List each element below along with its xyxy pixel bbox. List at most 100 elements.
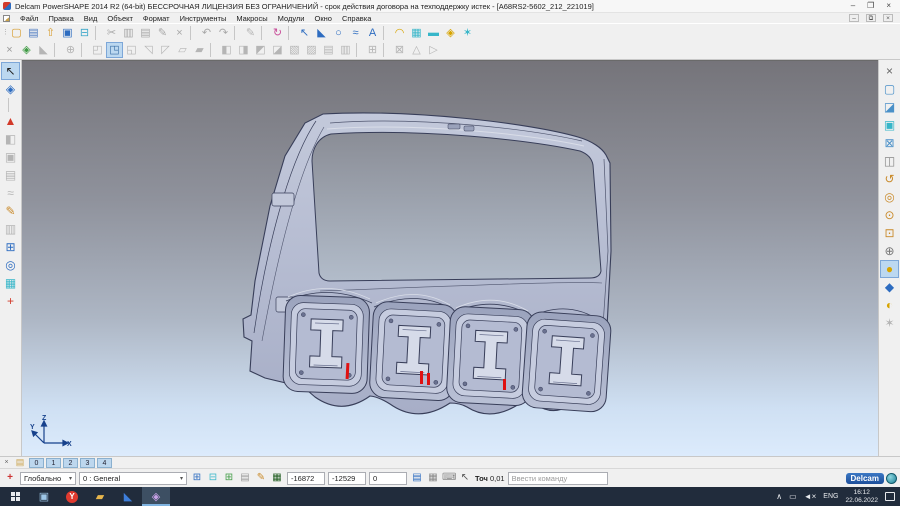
zoom-in-icon[interactable]: ◎ [880,188,899,206]
block-edit-icon[interactable]: ▤ [1,166,20,184]
compare-models-icon[interactable]: ⊞ [1,238,20,256]
rotate-copy-icon[interactable]: △ [408,42,425,58]
workplane-select[interactable]: Глобально ▾ [20,472,76,485]
arc-tool-icon[interactable]: ◣ [313,25,330,41]
solid-split-icon[interactable]: ▤ [320,42,337,58]
select-surfaces-icon[interactable]: ◹ [140,42,157,58]
import-icon[interactable]: ⇧ [42,25,59,41]
inspect-model-icon[interactable]: ◎ [1,256,20,274]
taskbar-app-powershape[interactable]: ◈ [142,487,170,506]
tray-expand-icon[interactable]: ∧ [776,492,782,501]
language-indicator[interactable]: ENG [823,493,838,500]
dynamic-sectioning-icon[interactable]: ↻ [269,25,286,41]
maximize-button[interactable]: ❐ [867,1,874,11]
solid-fillet-icon[interactable]: ◪ [269,42,286,58]
level-tab-0[interactable]: 0 [29,458,44,468]
level-select[interactable]: 0 : General ▾ [79,472,187,485]
volume-muted-icon[interactable]: ◄× [804,492,817,501]
add-feature-icon[interactable]: ⊕ [62,42,79,58]
hidden-line-view-icon[interactable]: ◪ [880,98,899,116]
surface-analysis-icon[interactable]: ◧ [1,130,20,148]
close-view-toolbar-icon[interactable]: × [880,62,899,80]
pattern-icon[interactable]: ⊞ [364,42,381,58]
solid-revolve-icon[interactable]: ◨ [235,42,252,58]
workplane-tool-icon[interactable]: ◈ [1,80,20,98]
line-tool-icon[interactable]: ↖ [296,25,313,41]
wire-globe-icon[interactable]: ⊕ [880,242,899,260]
solid-boolean-icon[interactable]: ▥ [337,42,354,58]
feature-tool-icon[interactable]: ◈ [442,25,459,41]
level-tab-1[interactable]: 1 [46,458,61,468]
print-icon[interactable]: ⊟ [76,25,93,41]
taskbar-app-yandex[interactable]: Y [58,487,86,506]
menu-edit[interactable]: Правка [43,14,78,23]
levels-panel-icon[interactable]: ▤ [13,457,27,468]
level-tab-4[interactable]: 4 [97,458,112,468]
curve-tool-icon[interactable]: ≈ [347,25,364,41]
wizard-tool-icon[interactable]: ✶ [459,25,476,41]
draft-analysis-icon[interactable]: ▲ [1,112,20,130]
display-icon[interactable]: ▭ [789,492,797,501]
clock[interactable]: 16:12 22.06.2022 [845,489,878,505]
toolbar2-close[interactable]: × [1,42,18,58]
new-model-icon[interactable]: ▢ [8,25,25,41]
menu-window[interactable]: Окно [310,14,337,23]
menu-macros[interactable]: Макросы [231,14,272,23]
copy-icon[interactable]: ▥ [120,25,137,41]
save-icon[interactable]: ▣ [59,25,76,41]
solid-draft-icon[interactable]: ▨ [303,42,320,58]
text-tool-icon[interactable]: A [364,25,381,41]
close-button[interactable]: × [886,1,891,11]
coord-x-field[interactable] [287,472,325,485]
zoom-full-icon[interactable]: ⊙ [880,206,899,224]
menu-view[interactable]: Вид [79,14,103,23]
format-brush-icon[interactable]: ✎ [154,25,171,41]
level-edit-icon[interactable]: ▤ [238,471,252,485]
select-solids-icon[interactable]: ◸ [157,42,174,58]
select-box-icon[interactable]: ▰ [191,42,208,58]
clip-plane-icon[interactable]: ◆ [880,278,899,296]
menu-help[interactable]: Справка [337,14,376,23]
shaded-globe-icon[interactable]: ● [880,260,899,278]
assembly-icon[interactable]: ◈ [18,42,35,58]
start-button[interactable] [0,487,30,506]
select-all-icon[interactable]: ◰ [89,42,106,58]
menu-tools[interactable]: Инструменты [175,14,232,23]
coord-y-field[interactable] [328,472,366,485]
coord-z-field[interactable] [369,472,407,485]
level-tab-2[interactable]: 2 [63,458,78,468]
solid-shell-icon[interactable]: ▧ [286,42,303,58]
model-window-opening[interactable] [312,132,601,281]
redo-icon[interactable]: ↷ [215,25,232,41]
level-active-icon[interactable]: ⊞ [222,471,236,485]
flag-icon[interactable]: ◣ [35,42,52,58]
solid-slab-icon[interactable]: ▬ [425,25,442,41]
undo-icon[interactable]: ↶ [198,25,215,41]
block-tool-icon[interactable]: ▣ [1,148,20,166]
3d-viewport[interactable]: Z X Y [22,60,878,456]
shaded-view-icon[interactable]: ▣ [880,116,899,134]
select-wireframe-icon[interactable]: ◱ [123,42,140,58]
level-tab-3[interactable]: 3 [80,458,95,468]
solid-cut-icon[interactable]: ◩ [252,42,269,58]
menu-object[interactable]: Объект [102,14,138,23]
position-panel-icon[interactable]: ▤ [410,471,424,485]
multi-window-icon[interactable]: ◫ [880,152,899,170]
cut-icon[interactable]: ✂ [103,25,120,41]
level-locked-icon[interactable]: ⊟ [206,471,220,485]
child-restore-button[interactable]: ⧉ [866,14,876,22]
tabs-close-button[interactable]: × [2,459,11,466]
solid-doctor-icon[interactable]: ▦ [1,274,20,292]
menu-modules[interactable]: Модули [273,14,310,23]
tailgate-model[interactable] [230,101,630,421]
scale-copy-icon[interactable]: ▷ [425,42,442,58]
render-brush-icon[interactable]: ✎ [1,202,20,220]
menu-file[interactable]: Файл [15,14,43,23]
grid-icon[interactable]: ▦ [270,471,284,485]
wireframe-view-icon[interactable]: ▢ [880,80,899,98]
open-model-icon[interactable]: ▤ [25,25,42,41]
mirror-icon[interactable]: ⊠ [391,42,408,58]
menu-format[interactable]: Формат [138,14,175,23]
sheets-icon[interactable]: ▥ [1,220,20,238]
notification-center-icon[interactable] [885,492,895,501]
